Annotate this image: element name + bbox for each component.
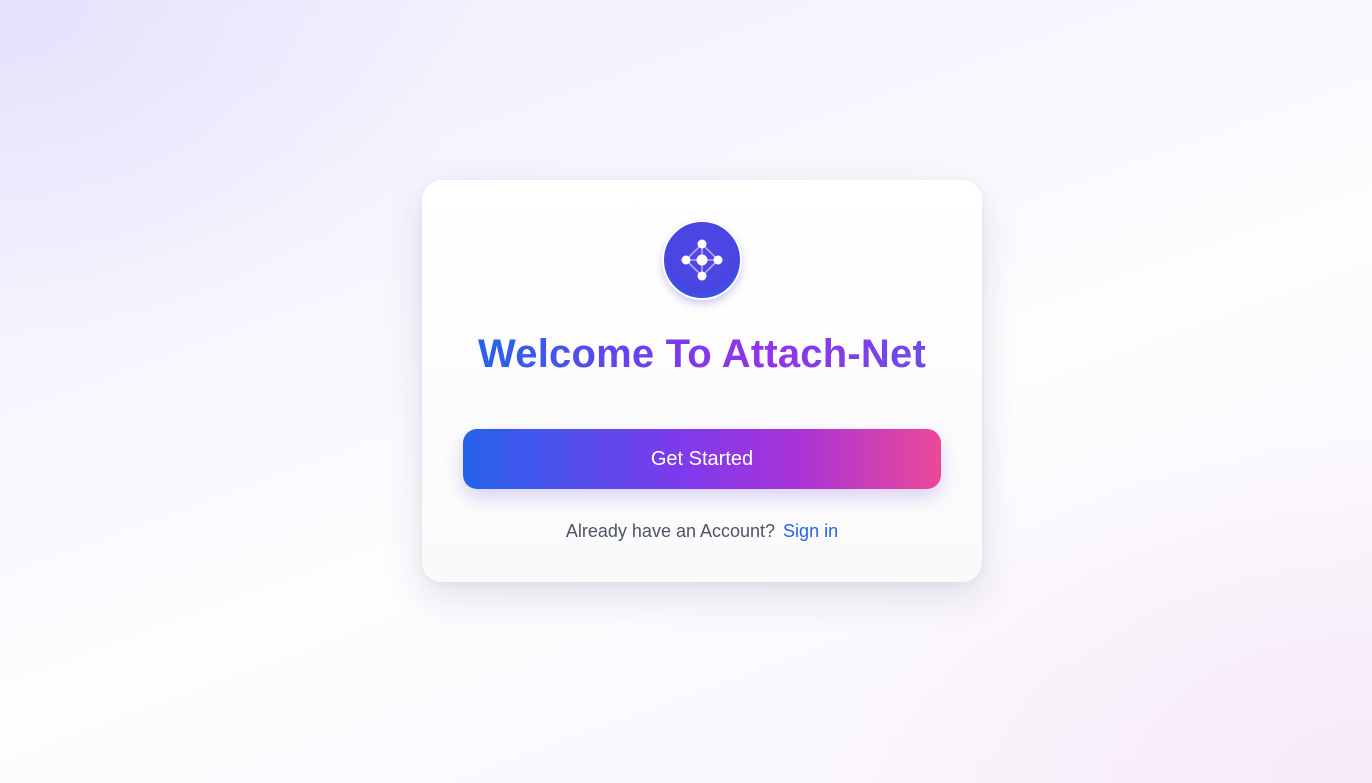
sign-in-link[interactable]: Sign in (783, 520, 838, 542)
page-title: Welcome To Attach-Net (478, 332, 926, 376)
account-prompt-text: Already have an Account? (565, 521, 776, 541)
network-nodes-glyph (681, 239, 723, 281)
get-started-button[interactable]: Get Started (463, 429, 941, 489)
signin-prompt: Already have an Account? Sign in (566, 520, 838, 542)
network-nodes-icon (662, 220, 742, 300)
welcome-card: Welcome To Attach-Net Get Started Alread… (422, 180, 982, 582)
